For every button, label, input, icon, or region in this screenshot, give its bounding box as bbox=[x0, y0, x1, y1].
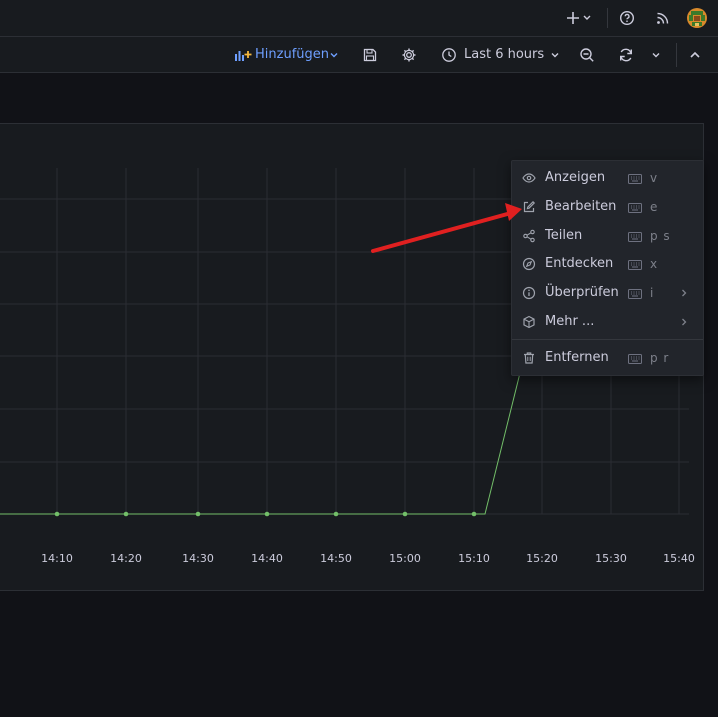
keyboard-icon bbox=[628, 202, 642, 213]
series-point bbox=[195, 511, 201, 517]
x-tick-label: 15:40 bbox=[663, 552, 695, 565]
help-circle-icon[interactable] bbox=[619, 10, 635, 26]
cube-icon bbox=[522, 315, 536, 329]
dashboard-toolbar: Hinzufügen Last 6 hours bbox=[0, 37, 718, 73]
keyboard-icon bbox=[628, 259, 642, 270]
info-icon bbox=[522, 286, 536, 300]
menu-item-label: Mehr ... bbox=[545, 314, 595, 329]
x-tick-label: 14:40 bbox=[251, 552, 283, 565]
menu-item-label: Entfernen bbox=[545, 350, 609, 365]
divider bbox=[676, 43, 677, 67]
series-line bbox=[0, 343, 532, 515]
menu-item-entfernen[interactable]: Entfernen p r bbox=[512, 344, 703, 373]
divider bbox=[607, 8, 608, 28]
keyboard-icon bbox=[628, 231, 642, 242]
x-tick-label: 15:00 bbox=[389, 552, 421, 565]
menu-item-label: Entdecken bbox=[545, 256, 614, 271]
menu-item-entdecken[interactable]: Entdecken x bbox=[512, 250, 703, 279]
x-tick-label: 14:20 bbox=[110, 552, 142, 565]
chevron-right-icon bbox=[678, 287, 690, 299]
menu-item-shortcut: e bbox=[650, 200, 659, 214]
panel-context-menu: Anzeigen v Bearbeiten e Teilen p s Entdecken x Ü… bbox=[511, 160, 704, 376]
time-range-label: Last 6 hours bbox=[464, 47, 545, 62]
refresh-icon[interactable] bbox=[618, 47, 634, 63]
share-icon bbox=[522, 229, 536, 243]
x-tick-label: 14:50 bbox=[320, 552, 352, 565]
add-panel-icon bbox=[234, 48, 252, 62]
series-point bbox=[264, 511, 270, 517]
keyboard-icon bbox=[628, 288, 642, 299]
compass-icon bbox=[522, 257, 536, 271]
zoom-out-icon[interactable] bbox=[579, 47, 595, 63]
time-range-picker[interactable]: Last 6 hours bbox=[440, 46, 564, 64]
menu-divider bbox=[512, 339, 703, 340]
menu-item-shortcut: v bbox=[650, 171, 659, 185]
clock-icon bbox=[441, 47, 457, 63]
edit-icon bbox=[522, 200, 536, 214]
menu-item-shortcut: p r bbox=[650, 351, 670, 365]
rss-icon[interactable] bbox=[655, 10, 671, 26]
top-navbar bbox=[0, 0, 718, 37]
x-tick-label: 14:10 bbox=[41, 552, 73, 565]
eye-icon bbox=[522, 171, 536, 185]
menu-item-label: Anzeigen bbox=[545, 170, 606, 185]
menu-item-mehr[interactable]: Mehr ... bbox=[512, 308, 703, 337]
add-button[interactable]: Hinzufügen bbox=[232, 46, 340, 64]
x-tick-label: 15:20 bbox=[526, 552, 558, 565]
save-icon[interactable] bbox=[362, 47, 378, 63]
menu-item-shortcut: p s bbox=[650, 229, 671, 243]
series-point bbox=[333, 511, 339, 517]
chevron-right-icon bbox=[678, 316, 690, 328]
menu-item-anzeigen[interactable]: Anzeigen v bbox=[512, 164, 703, 193]
chevron-down-icon bbox=[550, 50, 560, 60]
user-avatar[interactable] bbox=[687, 8, 707, 28]
series-point bbox=[54, 511, 60, 517]
chevron-up-icon[interactable] bbox=[689, 49, 701, 61]
refresh-interval-chevron-icon[interactable] bbox=[651, 50, 661, 60]
menu-item-shortcut: x bbox=[650, 257, 659, 271]
x-tick-label: 15:10 bbox=[458, 552, 490, 565]
menu-item-label: Bearbeiten bbox=[545, 199, 617, 214]
menu-item-label: Überprüfen bbox=[545, 285, 619, 300]
plus-icon[interactable] bbox=[564, 10, 592, 26]
add-button-label: Hinzufügen bbox=[255, 47, 329, 62]
menu-item-shortcut: i bbox=[650, 286, 655, 300]
trash-icon bbox=[522, 351, 536, 365]
series-point bbox=[471, 511, 477, 517]
menu-item-überprüfen[interactable]: Überprüfen i bbox=[512, 279, 703, 308]
gear-icon[interactable] bbox=[401, 47, 417, 63]
series-point bbox=[402, 511, 408, 517]
menu-item-bearbeiten[interactable]: Bearbeiten e bbox=[512, 193, 703, 222]
keyboard-icon bbox=[628, 353, 642, 364]
menu-item-teilen[interactable]: Teilen p s bbox=[512, 222, 703, 251]
chevron-down-icon bbox=[329, 50, 339, 60]
keyboard-icon bbox=[628, 173, 642, 184]
x-tick-label: 14:30 bbox=[182, 552, 214, 565]
x-tick-label: 15:30 bbox=[595, 552, 627, 565]
menu-item-label: Teilen bbox=[545, 228, 583, 243]
series-point bbox=[123, 511, 129, 517]
